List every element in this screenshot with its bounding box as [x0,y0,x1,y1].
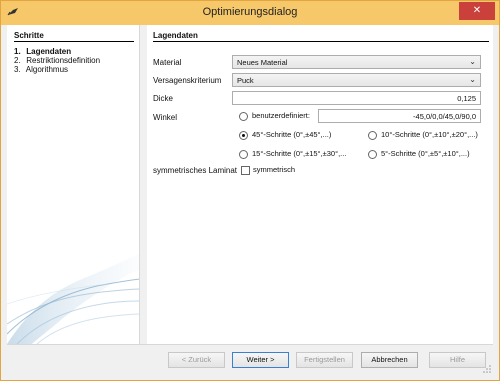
criterion-select[interactable]: Puck ⌄ [232,73,481,87]
angle-option-label: 15°-Schritte (0°,±15°,±30°,... [252,149,347,158]
step-item-restriktionsdefinition: 2. Restriktionsdefinition [14,56,100,65]
angle-custom-radio[interactable]: benutzerdefiniert: [239,111,310,121]
radio-circle [368,149,377,159]
angle-option-15[interactable]: 15°-Schritte (0°,±15°,±30°,... [239,149,346,159]
radio-circle [239,111,248,121]
resize-grip-icon[interactable] [483,365,491,373]
angle-option-label: 5°-Schritte (0°,±5°,±10°,...) [381,149,470,158]
page-title: Lagendaten [153,31,198,40]
title-bar[interactable]: Optimierungsdialog ✕ [1,1,499,25]
symmetric-checkbox-label: symmetrisch [253,165,296,174]
radio-circle [368,130,377,140]
content-divider [153,41,489,42]
criterion-label: Versagenskriterium [153,76,222,85]
step-label: Restriktionsdefinition [26,56,101,65]
steps-title: Schritte [14,31,44,40]
decorative-swoosh [7,254,139,344]
angle-custom-label: benutzerdefiniert: [252,111,310,120]
step-number: 2. [14,56,21,65]
content-panel: Lagendaten Material Neues Material ⌄ Ver… [147,25,493,344]
step-item-lagendaten: 1. Lagendaten [14,47,71,56]
dialog-window: Optimierungsdialog ✕ Schritte 1. Lagenda… [0,0,500,381]
back-button[interactable]: < Zurück [168,352,225,368]
chevron-down-icon: ⌄ [469,57,476,66]
close-button[interactable]: ✕ [459,2,495,20]
cancel-button[interactable]: Abbrechen [361,352,418,368]
material-select[interactable]: Neues Material ⌄ [232,55,481,69]
angle-custom-field[interactable]: -45,0/0,0/45,0/90,0 [318,109,481,123]
symmetric-checkbox[interactable]: symmetrisch [241,165,295,175]
radio-circle [239,149,248,159]
window-title: Optimierungsdialog [202,6,298,18]
help-button[interactable]: Hilfe [429,352,486,368]
angle-option-10[interactable]: 10°-Schritte (0°,±10°,±20°,...) [368,130,478,140]
dialog-client: Schritte 1. Lagendaten 2. Restriktionsde… [7,25,493,375]
chevron-down-icon: ⌄ [469,75,476,84]
radio-circle [239,130,248,140]
angle-option-label: 10°-Schritte (0°,±10°,±20°,...) [381,130,478,139]
angle-option-5[interactable]: 5°-Schritte (0°,±5°,±10°,...) [368,149,470,159]
step-label: Algorithmus [25,65,69,74]
finish-button[interactable]: Fertigstellen [296,352,353,368]
symmetric-label: symmetrisches Laminat [153,166,238,175]
steps-panel: Schritte 1. Lagendaten 2. Restriktionsde… [7,25,140,344]
step-number: 3. [14,65,21,74]
footer-divider [7,344,493,345]
material-value: Neues Material [237,58,288,67]
criterion-value: Puck [237,76,254,85]
step-number: 1. [14,47,21,56]
material-label: Material [153,58,182,67]
next-button[interactable]: Weiter > [232,352,289,368]
step-item-algorithmus: 3. Algorithmus [14,65,68,74]
angle-option-45[interactable]: 45°-Schritte (0°,±45°,...) [239,130,331,140]
steps-divider [14,41,134,42]
thickness-label: Dicke [153,94,174,103]
thickness-field[interactable]: 0,125 [232,91,481,105]
checkbox-box [241,165,250,175]
step-label: Lagendaten [26,47,72,56]
angle-label: Winkel [153,113,178,122]
angle-option-label: 45°-Schritte (0°,±45°,...) [252,130,332,139]
